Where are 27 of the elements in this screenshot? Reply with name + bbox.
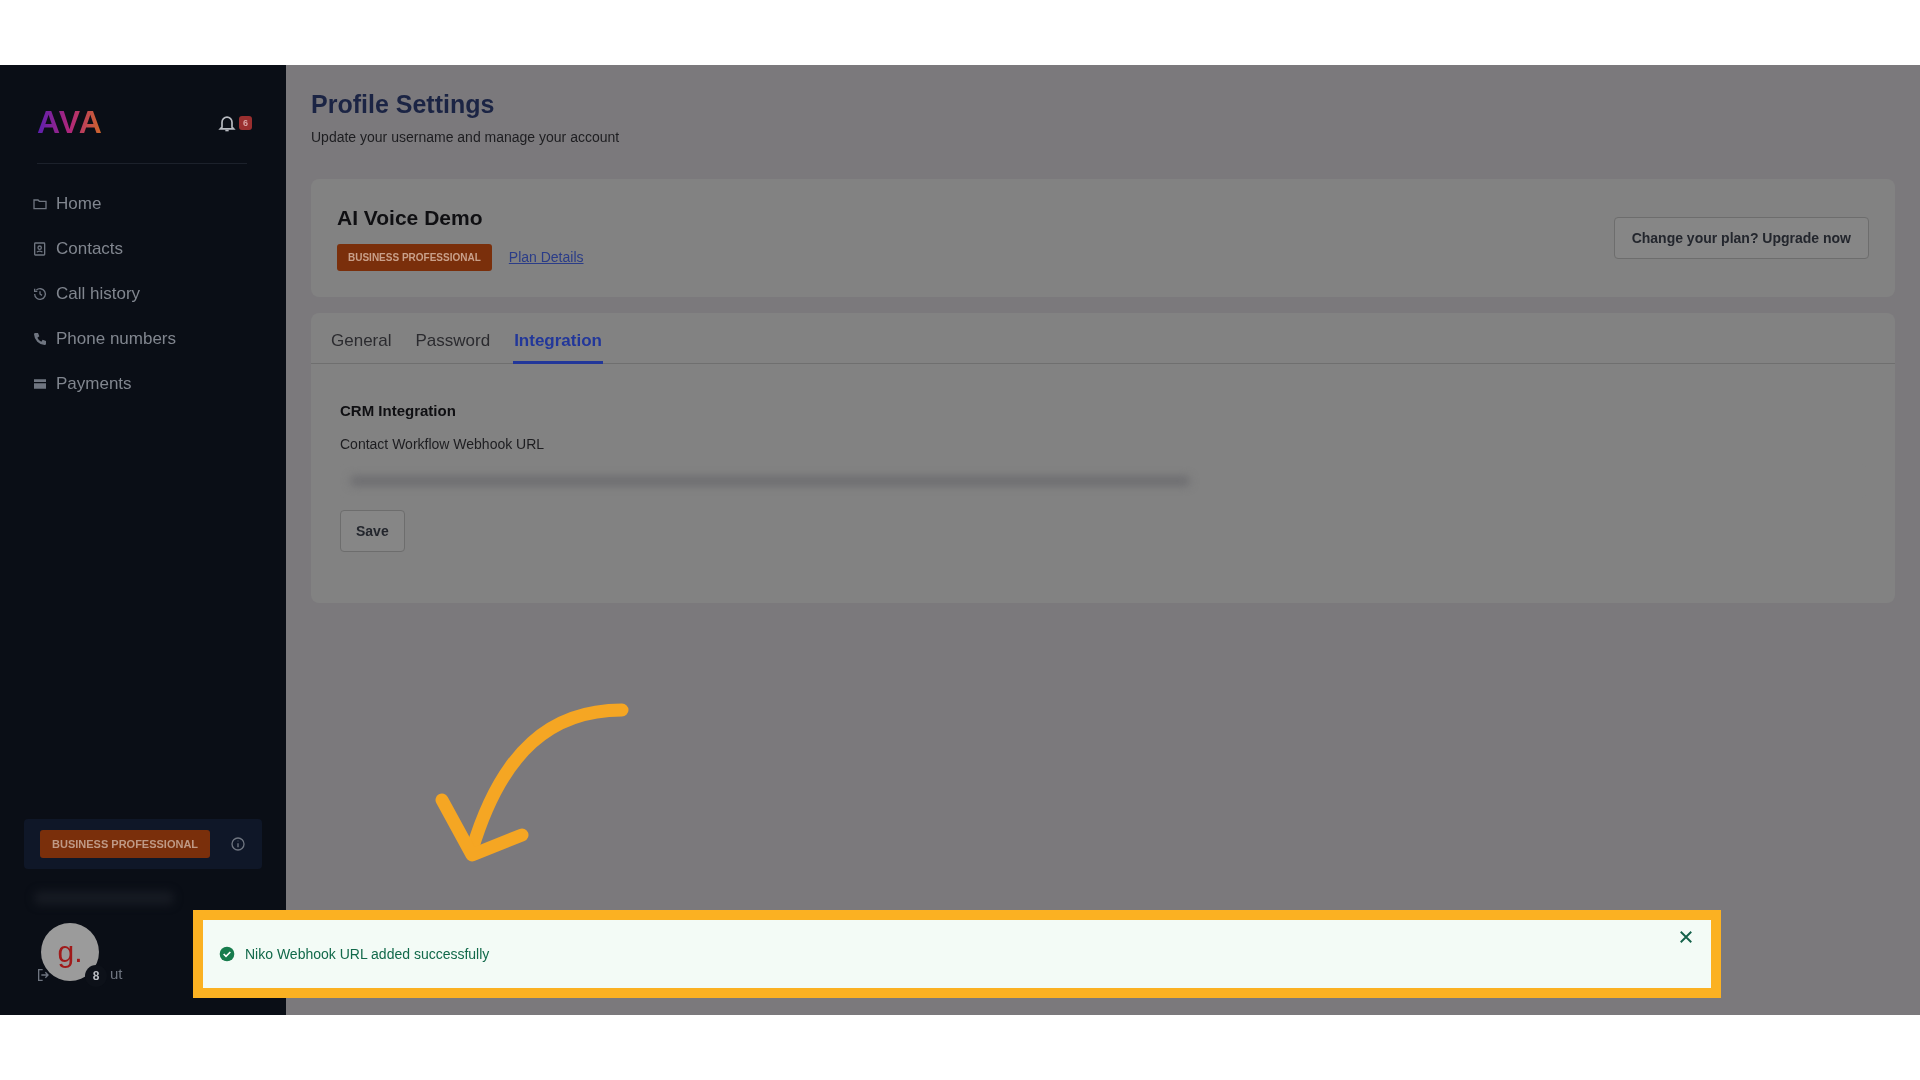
nav-item[interactable]: Call history (24, 282, 262, 305)
notification-count: 6 (239, 115, 252, 130)
nav-item[interactable]: Contacts (24, 237, 262, 260)
tab[interactable]: General (330, 313, 393, 364)
page-subtitle: Update your username and manage your account (311, 129, 621, 145)
phone-icon (32, 330, 48, 347)
nav-item[interactable]: Phone numbers (24, 327, 262, 350)
account-name: AI Voice Demo (337, 205, 484, 230)
toast-message: Niko Webhook URL added successfully (245, 946, 490, 962)
info-icon[interactable] (230, 836, 246, 852)
save-button[interactable]: Save (340, 510, 405, 552)
close-icon[interactable] (1677, 928, 1695, 946)
nav-item[interactable]: Home (24, 192, 262, 215)
logout-link[interactable]: ut (110, 965, 123, 982)
page-title: Profile Settings (311, 90, 496, 119)
upgrade-button[interactable]: Change your plan? Upgrade now (1613, 217, 1869, 259)
field-label: Contact Workflow Webhook URL (340, 436, 545, 452)
tab[interactable]: Integration (513, 313, 603, 364)
nav-item[interactable]: Payments (24, 372, 262, 395)
history-icon (32, 285, 48, 302)
check-circle-icon (219, 946, 235, 962)
plan-badge: BUSINESS PROFESSIONAL (337, 243, 492, 271)
tab[interactable]: Password (414, 313, 492, 364)
plan-badge: BUSINESS PROFESSIONAL (40, 830, 211, 858)
contact-card-icon (32, 240, 48, 257)
section-heading: CRM Integration (340, 402, 456, 419)
plan-details-link[interactable]: Plan Details (508, 249, 584, 265)
